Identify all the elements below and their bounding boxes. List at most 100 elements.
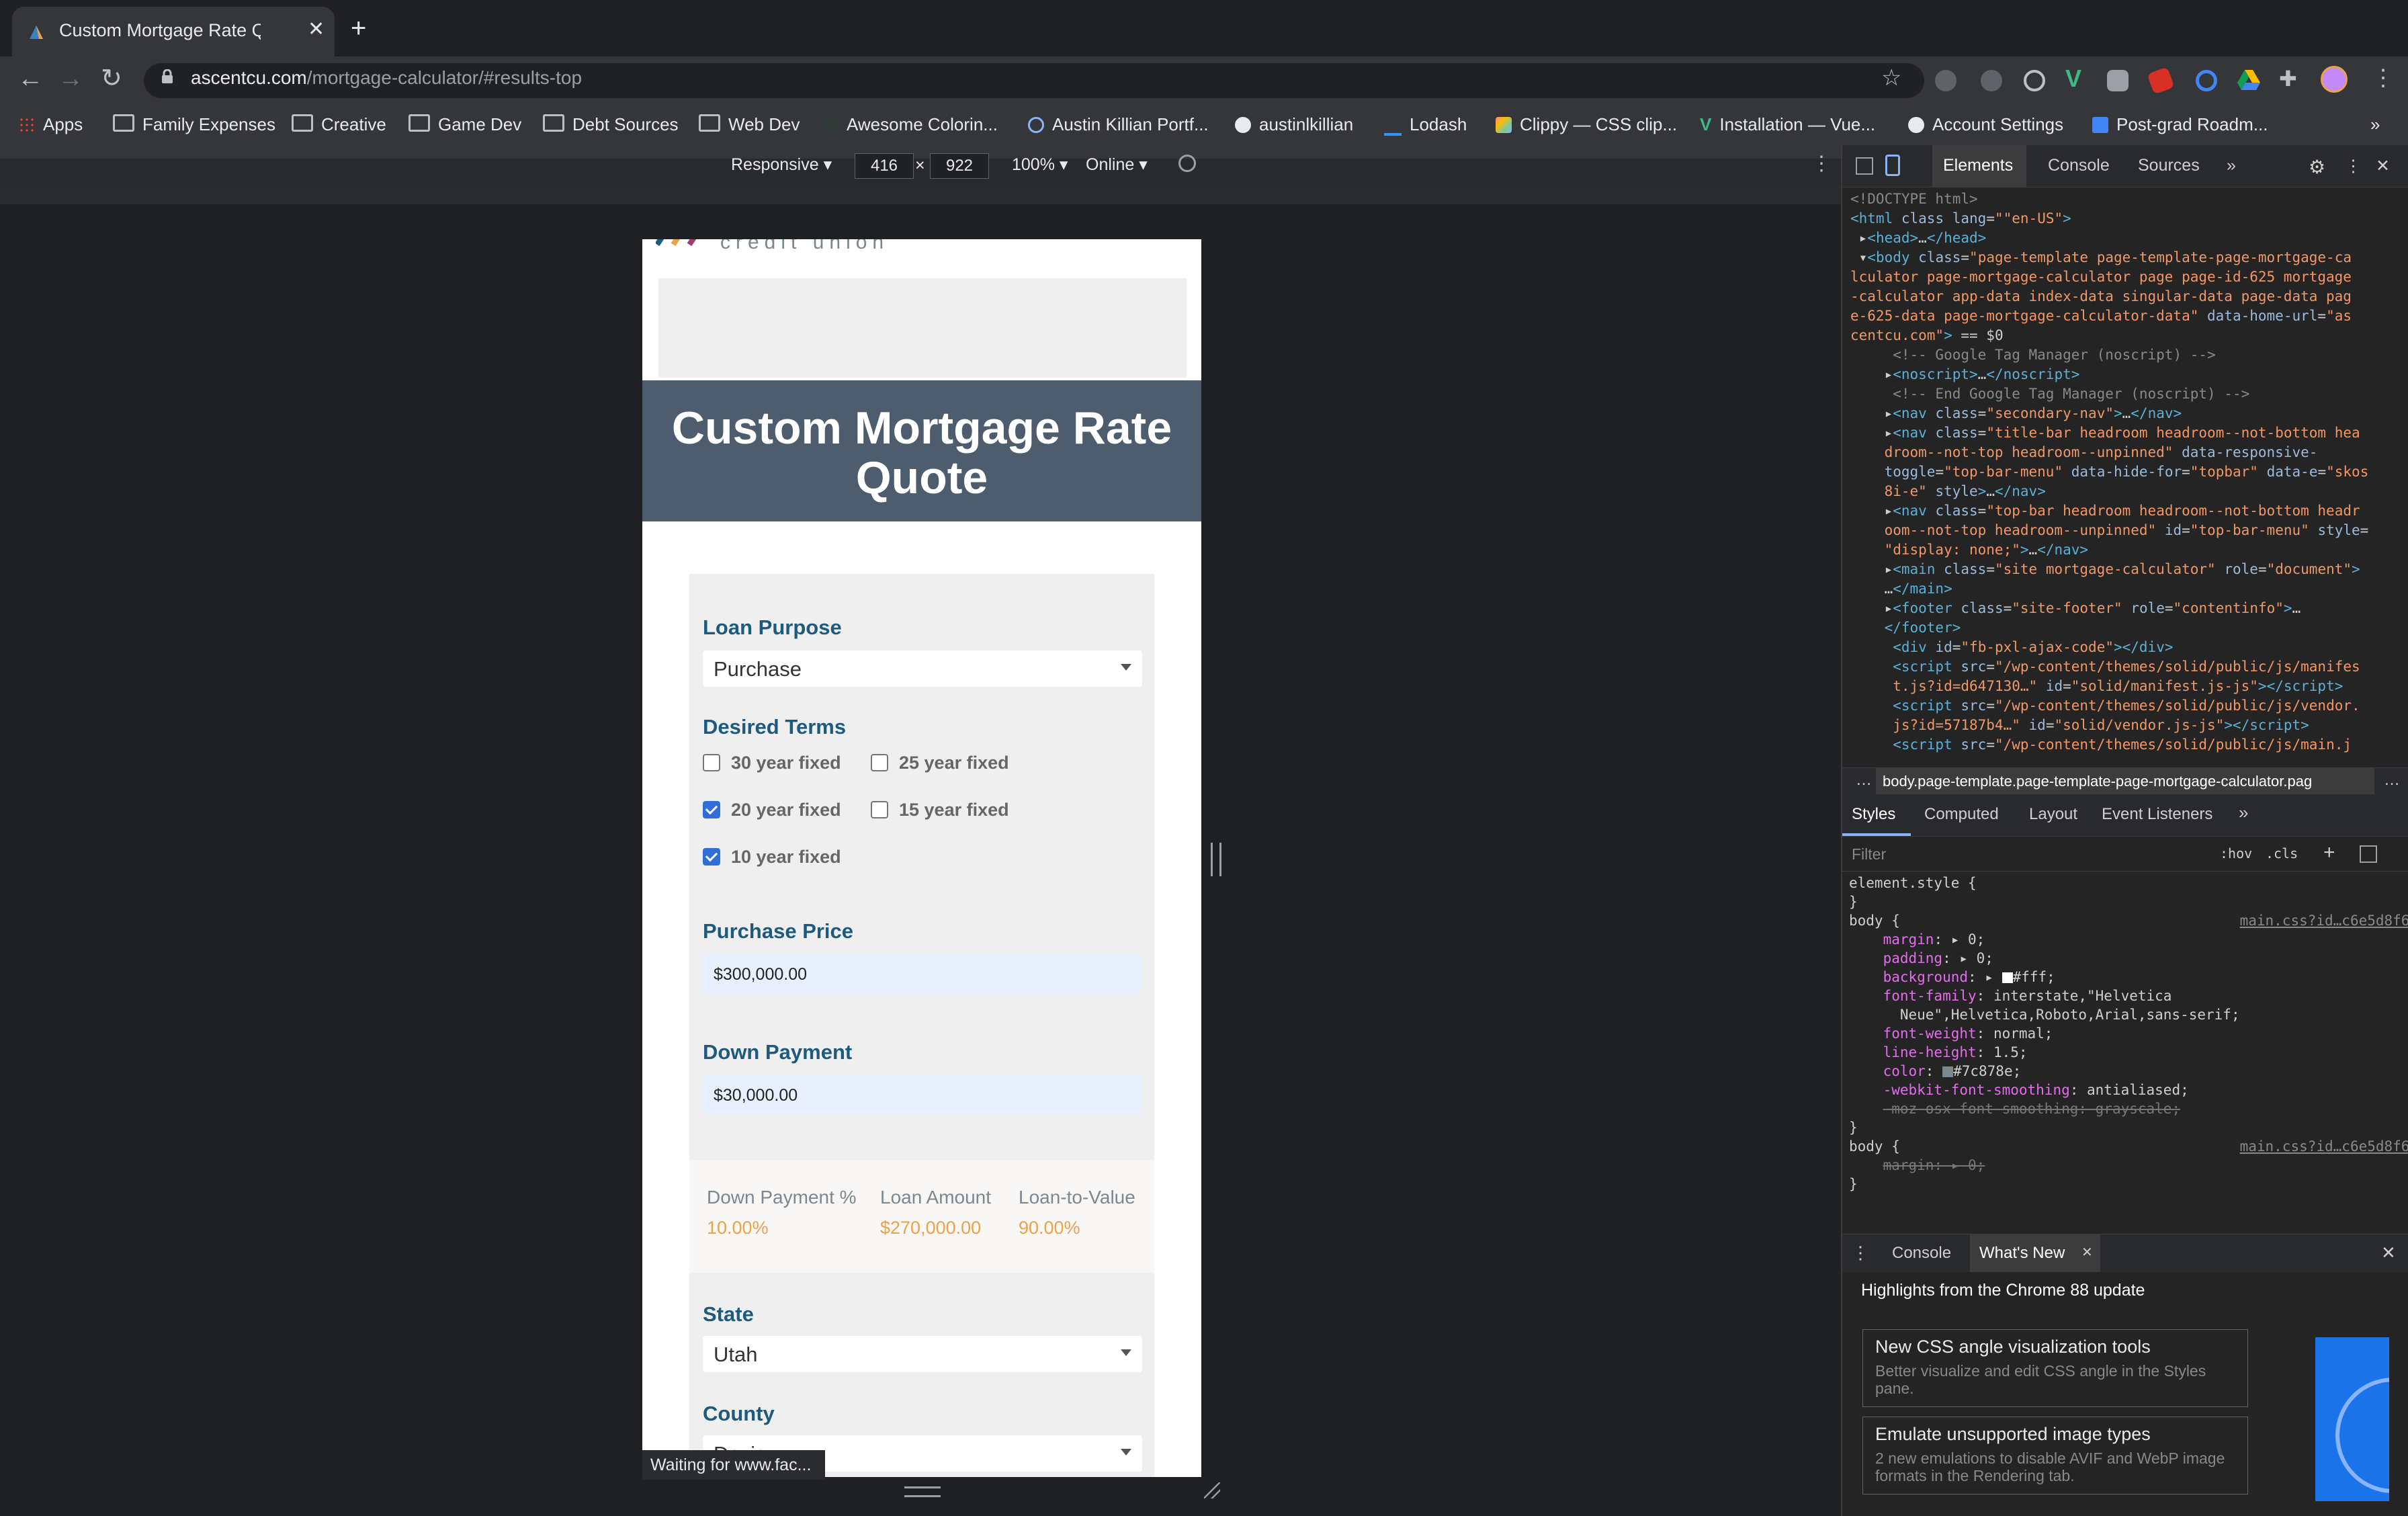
rate-quote-form: Loan Purpose Purchase Desired Terms 30 y… [689,574,1154,1477]
bookmark-link[interactable]: Austin Killian Portf... [1028,114,1209,135]
tab-elements[interactable]: Elements [1932,145,2026,187]
drawer-tab-whats-new[interactable]: What's New ✕ [1970,1234,2100,1272]
bookmark-link[interactable]: austinlkillian [1235,114,1353,135]
apps-grid-icon [19,117,35,133]
resize-handle-bottom[interactable] [904,1486,941,1497]
loan-amount-label: Loan Amount [880,1187,992,1208]
resize-corner-icon[interactable] [1204,1482,1220,1499]
hov-toggle[interactable]: :hov [2220,845,2252,861]
ellipsis-icon[interactable]: … [1856,771,1872,790]
rotate-icon[interactable] [1178,155,1196,172]
new-tab-icon[interactable]: + [351,15,366,42]
bookmark-folder[interactable]: Web Dev [699,114,800,135]
avatar[interactable] [2321,66,2348,93]
dom-breadcrumb[interactable]: body.page-template.page-template-page-mo… [1876,768,2374,795]
tab-console[interactable]: Console [2048,156,2110,175]
settings-gear-icon[interactable]: ⚙ [2309,156,2325,178]
loan-purpose-select[interactable]: Purchase [703,650,1142,687]
drive-icon[interactable] [2237,70,2260,90]
term-15-checkbox[interactable] [871,801,888,818]
bookmark-apps[interactable]: Apps [19,114,83,135]
bookmark-link[interactable]: Account Settings [1908,114,2063,135]
news-card[interactable]: Emulate unsupported image types 2 new em… [1862,1417,2248,1494]
menu-kebab-icon[interactable]: ⋮ [2372,65,2395,91]
docs-icon [2092,117,2108,133]
zoom-select[interactable]: 100% ▾ [1012,155,1068,175]
puzzle-icon[interactable]: ✚ [2279,66,2297,91]
sidebar-toggle-icon[interactable] [2360,845,2377,863]
term-30-label[interactable]: 30 year fixed [731,753,841,773]
extension-icon[interactable] [2196,70,2217,91]
drawer-menu-icon[interactable]: ⋮ [1852,1243,1869,1263]
device-width-input[interactable]: 416 [855,153,914,179]
devtools-menu-icon[interactable]: ⋮ [2345,156,2362,176]
bookmark-link[interactable]: Awesome Colorin... [822,114,998,135]
tab-sources[interactable]: Sources [2138,156,2200,175]
term-10-checkbox[interactable] [703,848,720,866]
bookmark-folder[interactable]: Creative [292,114,386,135]
vue-icon: V [1700,114,1712,134]
device-height-input[interactable]: 922 [930,153,989,179]
state-select[interactable]: Utah [703,1336,1142,1372]
ellipsis-icon[interactable]: … [2384,771,2400,790]
styles-filter-input[interactable]: Filter [1852,845,1886,864]
styles-rules[interactable]: element.style { } body { main.css?id…c6e… [1849,874,2408,1193]
url-text: ascentcu.com/mortgage-calculator/#result… [191,67,583,88]
close-drawer-icon[interactable]: ✕ [2381,1243,2396,1263]
tab-event-listeners[interactable]: Event Listeners [2102,805,2212,824]
forward-icon[interactable]: → [58,65,83,93]
term-15-label[interactable]: 15 year fixed [899,800,1009,820]
close-tab-icon[interactable]: ✕ [2081,1244,2093,1261]
loan-purpose-value: Purchase [714,657,802,681]
bookmark-folder[interactable]: Game Dev [408,114,521,135]
device-menu-icon[interactable]: ⋮ [1811,152,1832,175]
more-tabs-icon[interactable]: » [2227,156,2236,175]
term-20-checkbox[interactable] [703,801,720,818]
tab-layout[interactable]: Layout [2029,805,2077,824]
extension-icon[interactable] [2107,70,2128,91]
bookmark-star-icon[interactable]: ☆ [1881,65,1901,91]
term-20-label[interactable]: 20 year fixed [731,800,841,820]
device-mode-select[interactable]: Responsive ▾ [731,155,832,175]
tab-close-icon[interactable]: ✕ [308,17,325,41]
term-30-checkbox[interactable] [703,754,720,771]
styles-filter-bar: Filter :hov .cls + [1842,837,2408,872]
news-title: New CSS angle visualization tools [1875,1337,2151,1357]
reload-icon[interactable]: ↻ [101,63,122,93]
state-label: State [703,1302,754,1326]
down-payment-input[interactable]: $30,000.00 [703,1075,1142,1114]
extension-icon[interactable] [2024,70,2045,91]
bookmark-link[interactable]: Clippy — CSS clip... [1496,114,1677,135]
bookmark-link[interactable]: Lodash [1384,114,1467,136]
down-payment-value: $30,000.00 [714,1086,798,1105]
vue-devtools-icon[interactable]: V [2065,65,2081,93]
network-select[interactable]: Online ▾ [1086,155,1148,175]
extension-icon[interactable] [1935,70,1956,91]
tab-styles[interactable]: Styles [1852,805,1895,824]
new-rule-icon[interactable]: + [2323,841,2335,864]
term-25-checkbox[interactable] [871,754,888,771]
drawer-tab-console[interactable]: Console [1892,1244,1951,1263]
bookmark-link[interactable]: Post-grad Roadm... [2092,114,2268,135]
term-10-label[interactable]: 10 year fixed [731,847,841,868]
react-icon [1028,117,1044,133]
inspect-icon[interactable] [1856,157,1873,175]
bookmarks-overflow-icon[interactable]: » [2370,114,2380,135]
bookmark-link[interactable]: V Installation — Vue... [1700,114,1875,135]
bookmark-folder[interactable]: Debt Sources [543,114,679,135]
bookmark-folder[interactable]: Family Expenses [113,114,275,135]
cls-toggle[interactable]: .cls [2266,845,2298,861]
extension-icon[interactable] [1981,70,2002,91]
term-25-label[interactable]: 25 year fixed [899,753,1009,773]
back-icon[interactable]: ← [17,65,43,93]
purchase-price-input[interactable]: $300,000.00 [703,954,1142,993]
news-card[interactable]: New CSS angle visualization tools Better… [1862,1329,2248,1407]
more-tabs-icon[interactable]: » [2239,802,2248,823]
device-toggle-icon[interactable] [1885,155,1900,176]
browser-tab[interactable]: Custom Mortgage Rate Quote | ✕ [12,7,335,56]
news-illustration [2315,1337,2389,1501]
resize-handle-right[interactable] [1211,843,1221,876]
tab-computed[interactable]: Computed [1924,805,1999,824]
dom-tree[interactable]: <!DOCTYPE html> <html class lang=""en-US… [1850,190,2368,755]
close-devtools-icon[interactable]: ✕ [2376,156,2390,176]
